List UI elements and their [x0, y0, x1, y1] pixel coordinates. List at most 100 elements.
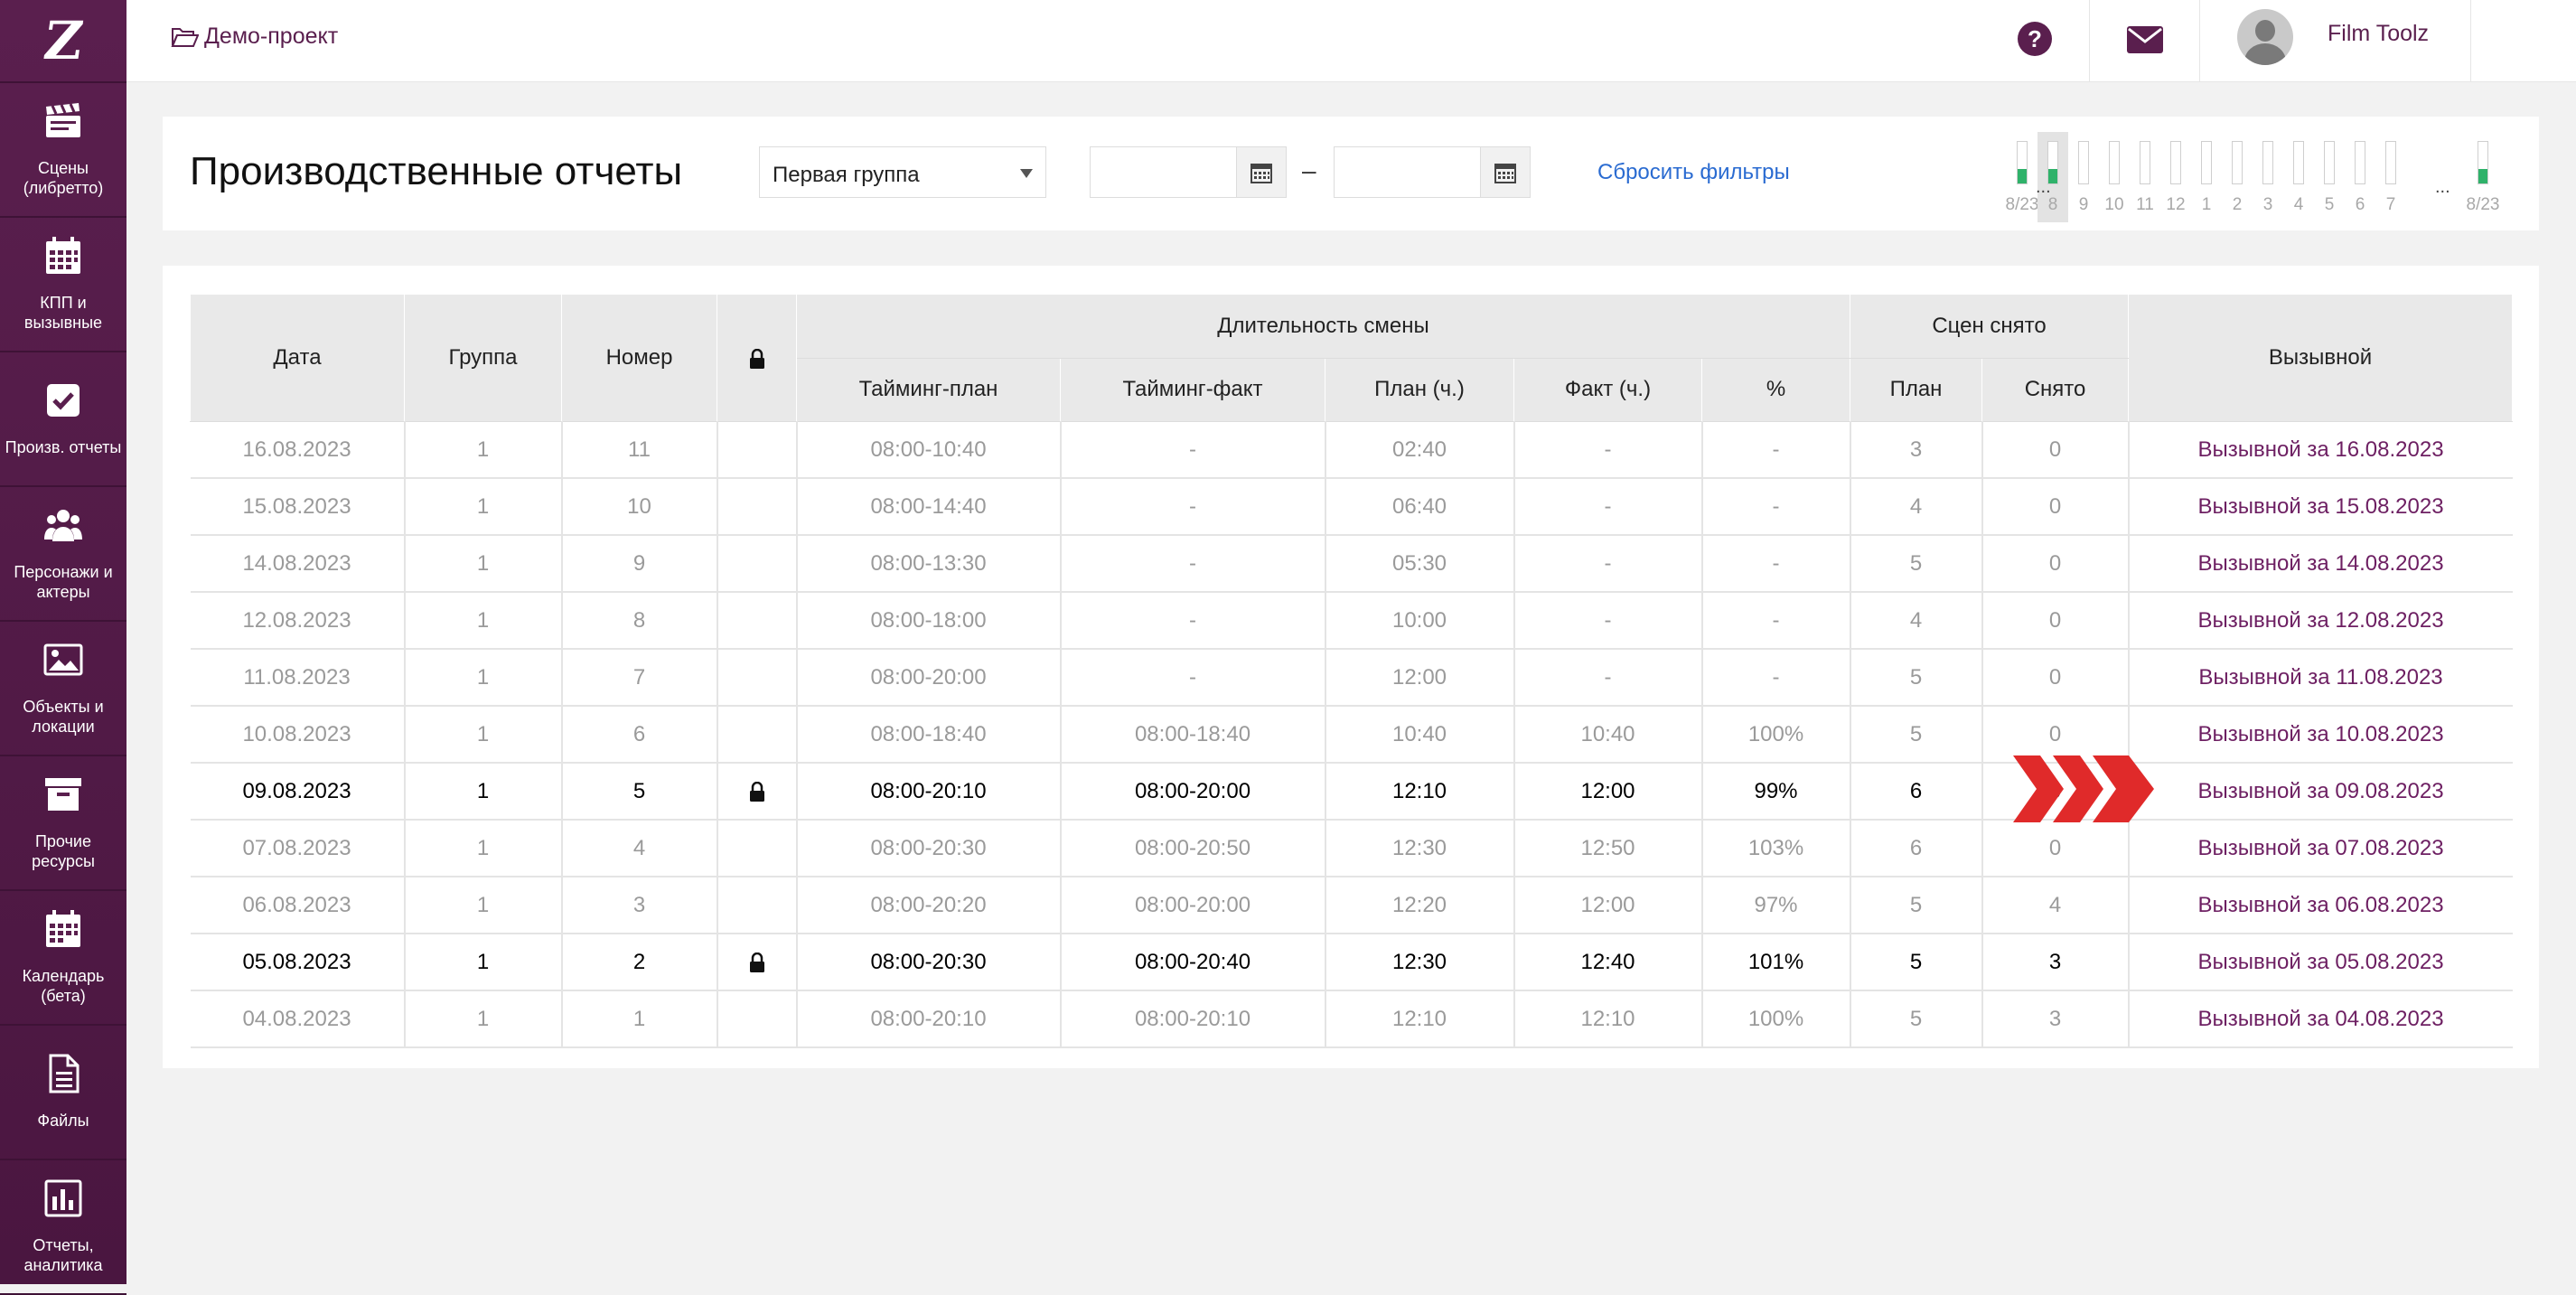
- callsheet-link[interactable]: Вызывной за 09.08.2023: [2197, 779, 2443, 803]
- sidebar-item-file[interactable]: Файлы: [0, 1026, 126, 1160]
- table-row[interactable]: 05.08.2023 1 2 08:00-20:30 08:00-20:40 12:30 1…: [190, 934, 2513, 991]
- col-number[interactable]: Номер: [561, 294, 717, 422]
- table-row[interactable]: 04.08.2023 1 1 08:00-20:10 08:00-20:10 12:10 1…: [190, 990, 2513, 1048]
- cell-fact-h: 12:10: [1513, 990, 1703, 1048]
- date-range-dash: –: [1302, 156, 1316, 184]
- cell-shot: 3: [1981, 934, 2130, 991]
- table-row[interactable]: 15.08.2023 1 10 08:00-14:40-06:40- -4 0 Вызывн…: [190, 478, 2513, 536]
- calendar-icon[interactable]: [1480, 147, 1530, 197]
- callsheet-link[interactable]: Вызывной за 05.08.2023: [2197, 950, 2443, 974]
- timeline-ellipsis[interactable]: ...: [2435, 177, 2450, 198]
- cell-plan-h: 12:30: [1325, 820, 1515, 877]
- col-fact-hours[interactable]: Факт (ч.): [1513, 357, 1702, 422]
- cell-pct: -: [1701, 478, 1851, 536]
- cell-plan-h: 10:40: [1325, 706, 1515, 764]
- cell-callsheet: Вызывной за 11.08.2023: [2128, 649, 2513, 707]
- cell-plan-h: 10:00: [1325, 592, 1515, 650]
- app-logo[interactable]: Z: [0, 0, 126, 83]
- callsheet-link[interactable]: Вызывной за 07.08.2023: [2197, 836, 2443, 860]
- cell-callsheet: Вызывной за 07.08.2023: [2128, 820, 2513, 877]
- col-date[interactable]: Дата: [190, 294, 405, 422]
- help-icon[interactable]: ?: [2018, 22, 2052, 56]
- sidebar-item-checkbox[interactable]: Произв. отчеты: [0, 352, 126, 487]
- sidebar-item-calendar[interactable]: Календарь (бета): [0, 891, 126, 1026]
- cell-tplan: 08:00-13:30: [796, 535, 1062, 593]
- cell-num: 7: [561, 649, 718, 707]
- col-group[interactable]: Группа: [404, 294, 562, 422]
- timeline-day[interactable]: 8/23: [2467, 132, 2499, 222]
- sidebar-item-label: Прочие ресурсы: [32, 832, 95, 870]
- cell-date: 05.08.2023: [190, 934, 406, 991]
- timeline-day[interactable]: 7: [2375, 132, 2406, 222]
- group-select[interactable]: Первая группа: [759, 146, 1046, 198]
- project-link[interactable]: Демо-проект: [170, 23, 338, 50]
- mail-icon[interactable]: [2126, 25, 2164, 54]
- cell-group: 1: [404, 820, 563, 877]
- user-name[interactable]: Film Toolz: [2328, 21, 2429, 47]
- cell-date: 14.08.2023: [190, 535, 406, 593]
- reset-filters-link[interactable]: Сбросить фильтры: [1597, 160, 1790, 185]
- callsheet-link[interactable]: Вызывной за 04.08.2023: [2197, 1007, 2443, 1031]
- sidebar-item-label: Сцены (либретто): [23, 159, 104, 197]
- callsheet-link[interactable]: Вызывной за 12.08.2023: [2197, 608, 2443, 633]
- cell-group: 1: [404, 421, 563, 479]
- cell-shot: 0: [1981, 478, 2130, 536]
- cell-lock: [717, 478, 798, 536]
- cell-date: 09.08.2023: [190, 763, 406, 821]
- cell-shot: 0: [1981, 421, 2130, 479]
- col-percent[interactable]: %: [1700, 357, 1851, 422]
- cell-pct: -: [1701, 421, 1851, 479]
- cell-tplan: 08:00-20:30: [796, 934, 1062, 991]
- col-scenes-shot: Сцен снято: [1850, 294, 2130, 359]
- cell-date: 04.08.2023: [190, 990, 406, 1048]
- sidebar-item-box[interactable]: Прочие ресурсы: [0, 756, 126, 891]
- sidebar-item-calendar-grid[interactable]: КПП и вызывные: [0, 218, 126, 352]
- cell-tfact: 08:00-20:40: [1060, 934, 1326, 991]
- callsheet-link[interactable]: Вызывной за 06.08.2023: [2197, 893, 2443, 917]
- cell-shot: 0: [1981, 649, 2130, 707]
- date-to-input[interactable]: [1334, 146, 1531, 198]
- table-row[interactable]: 12.08.2023 1 8 08:00-18:00-10:00- -4 0 Вызывно…: [190, 592, 2513, 650]
- cell-callsheet: Вызывной за 06.08.2023: [2128, 877, 2513, 934]
- clapperboard-icon: [43, 101, 83, 158]
- col-scenes-plan[interactable]: План: [1850, 357, 1983, 422]
- date-from-input[interactable]: [1090, 146, 1287, 198]
- table-row[interactable]: 16.08.2023 1 11 08:00-10:40-02:40- -3 0 Вызывн…: [190, 421, 2513, 479]
- sidebar-item-label: Файлы: [37, 1112, 89, 1130]
- callsheet-link[interactable]: Вызывной за 16.08.2023: [2197, 437, 2443, 462]
- timeline-ellipsis[interactable]: ...: [2036, 177, 2051, 198]
- sidebar-item-image[interactable]: Объекты и локации: [0, 622, 126, 756]
- timeline-bar: [2232, 141, 2243, 184]
- cell-date: 12.08.2023: [190, 592, 406, 650]
- cell-date: 15.08.2023: [190, 478, 406, 536]
- table-row[interactable]: 14.08.2023 1 9 08:00-13:30-05:30- -5 0 Вызывно…: [190, 535, 2513, 593]
- callsheet-link[interactable]: Вызывной за 10.08.2023: [2197, 722, 2443, 746]
- sidebar-item-clapperboard[interactable]: Сцены (либретто): [0, 83, 126, 218]
- cell-tplan: 08:00-20:20: [796, 877, 1062, 934]
- cell-tplan: 08:00-20:30: [796, 820, 1062, 877]
- calendar-icon[interactable]: [1236, 147, 1286, 197]
- sidebar-item-people[interactable]: Персонажи и актеры: [0, 487, 126, 622]
- callsheet-link[interactable]: Вызывной за 11.08.2023: [2198, 665, 2442, 690]
- table-row[interactable]: 07.08.2023 1 4 08:00-20:30 08:00-20:50 12:30 1…: [190, 820, 2513, 877]
- cell-plan-h: 12:00: [1325, 649, 1515, 707]
- callsheet-link[interactable]: Вызывной за 14.08.2023: [2197, 551, 2443, 576]
- col-callsheet[interactable]: Вызывной: [2128, 294, 2514, 422]
- cell-lock: [717, 421, 798, 479]
- cell-shot: 4: [1981, 877, 2130, 934]
- table-row[interactable]: 06.08.2023 1 3 08:00-20:20 08:00-20:00 12:20 1…: [190, 877, 2513, 934]
- sidebar: Z Сцены (либретто) КПП и вызывные Произв. …: [0, 0, 126, 1295]
- col-timing-fact[interactable]: Тайминг-факт: [1060, 357, 1325, 422]
- table-row[interactable]: 10.08.2023 1 6 08:00-18:40 08:00-18:40 10:40 1…: [190, 706, 2513, 764]
- table-row[interactable]: 09.08.2023 1 5 08:00-20:10 08:00-20:00 12:10 1…: [190, 763, 2513, 821]
- avatar[interactable]: [2237, 9, 2293, 65]
- callsheet-link[interactable]: Вызывной за 15.08.2023: [2197, 494, 2443, 519]
- col-timing-plan[interactable]: Тайминг-план: [796, 357, 1061, 422]
- cell-plan-h: 12:10: [1325, 763, 1515, 821]
- cell-plan: 5: [1850, 877, 1983, 934]
- col-plan-hours[interactable]: План (ч.): [1325, 357, 1514, 422]
- sidebar-item-bar-chart[interactable]: Отчеты, аналитика: [0, 1160, 126, 1295]
- table-row[interactable]: 11.08.2023 1 7 08:00-20:00-12:00- -5 0 Вызывно…: [190, 649, 2513, 707]
- col-scenes-shot-count[interactable]: Снято: [1981, 357, 2130, 422]
- cell-callsheet: Вызывной за 09.08.2023: [2128, 763, 2513, 821]
